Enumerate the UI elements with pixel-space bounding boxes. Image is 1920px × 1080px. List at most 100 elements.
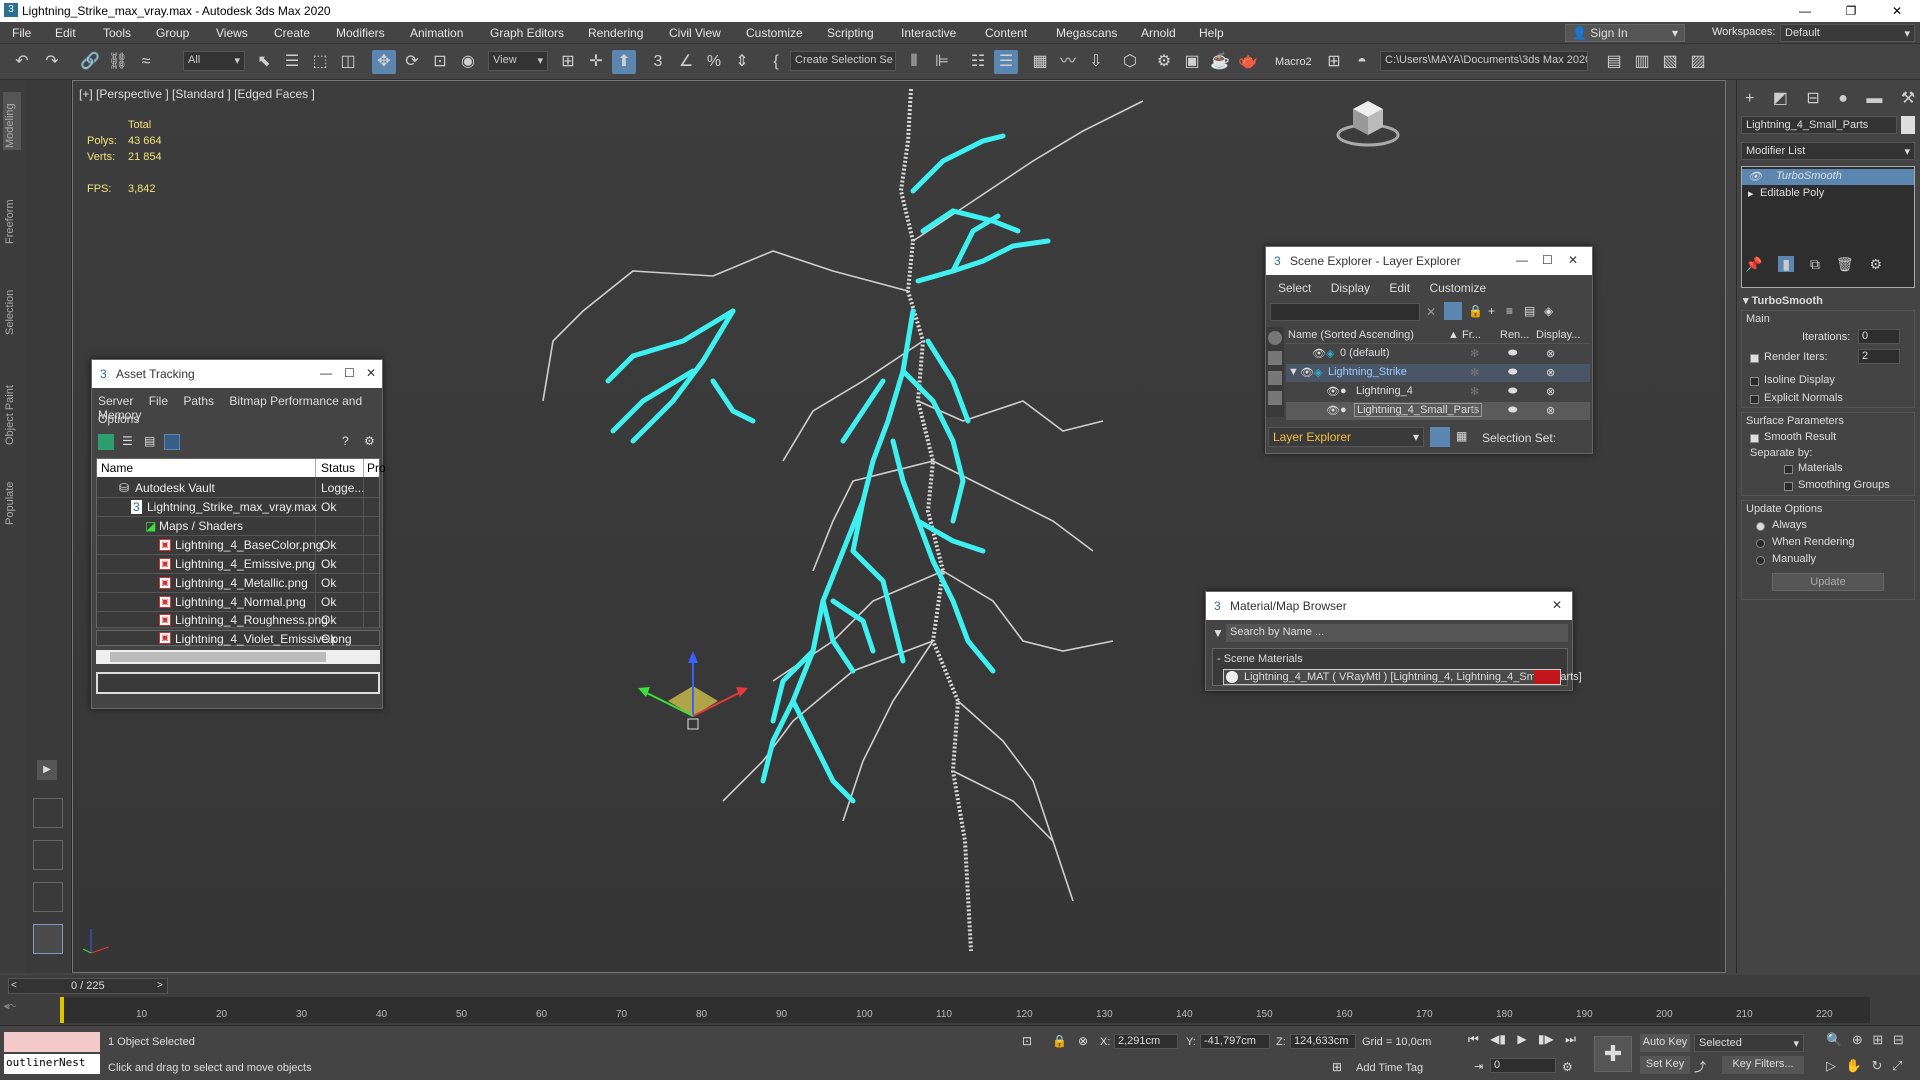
always-radio[interactable] [1756,522,1765,531]
display-icon[interactable]: ⊗ [1546,366,1555,379]
smooth-result-checkbox[interactable] [1750,434,1759,443]
spinner-snap-icon[interactable]: ⇕ [730,50,754,74]
make-unique-icon[interactable]: ⧉ [1810,256,1820,272]
menu-select[interactable]: Select [1278,281,1311,295]
schematic-view-icon[interactable]: ⇩ [1084,50,1108,74]
current-frame-field[interactable]: 0 [1490,1058,1556,1073]
eye-icon[interactable]: 👁 [1326,404,1340,417]
add-to-layer-icon[interactable]: ≡ [1506,304,1513,318]
scene-explorer-titlebar[interactable]: 3 Scene Explorer - Layer Explorer — ☐ ✕ [1266,247,1592,275]
eye-icon[interactable]: 👁 [1748,170,1762,183]
menu-views[interactable]: Views [216,26,248,40]
horizontal-scrollbar[interactable] [96,650,380,664]
close-icon[interactable]: ✕ [1552,598,1562,612]
maximize-icon[interactable]: ☐ [1542,253,1553,267]
menu-file[interactable]: File [12,26,31,40]
maximize-icon[interactable]: ❐ [1828,0,1874,22]
snaps-toggle-icon[interactable]: 3 [646,50,670,74]
clear-search-icon[interactable]: ✕ [1426,305,1436,319]
render-teapot-icon[interactable]: ⬬ [1508,385,1517,398]
ribbon-icon[interactable]: ▦ [1028,50,1052,74]
select-scale-icon[interactable]: ⊡ [428,50,452,74]
pan-icon[interactable]: ✋ [1846,1058,1862,1073]
minimize-icon[interactable]: — [320,366,332,380]
menu-arnold[interactable]: Arnold [1141,26,1176,40]
track-bar[interactable]: 10 20 30 40 50 60 70 80 90 100 110 120 1… [60,997,1870,1023]
macro-button[interactable]: Macro2 [1275,56,1312,68]
menu-help[interactable]: Help [1199,26,1224,40]
scene-explorer-icon[interactable]: ☰ [994,50,1018,74]
prev-key-icon[interactable]: ◀▮ [1490,1032,1506,1046]
viewcube[interactable] [1333,91,1403,151]
menu-scripting[interactable]: Scripting [827,26,874,40]
window-crossing-icon[interactable]: ◫ [336,50,360,74]
expand-arrow-icon[interactable]: ▸ [1748,187,1754,200]
col-pro[interactable]: Pro [367,461,386,475]
isolate-selection-icon[interactable]: ⊡ [1022,1034,1032,1048]
hierarchy-icon[interactable]: ▤ [1524,304,1535,318]
workspace-dropdown[interactable]: Default ▾ [1780,24,1915,42]
help-icon[interactable]: ? [342,434,349,448]
stack-item-editable-poly[interactable]: ▸ Editable Poly [1742,186,1914,202]
expand-arrow-icon[interactable]: ▶ [37,760,57,780]
time-config-icon[interactable]: ⚙ [1562,1060,1573,1074]
menu-server[interactable]: Server [98,394,133,408]
tab-freeform[interactable]: Freeform [4,199,16,244]
zoom-all-icon[interactable]: ⊕ [1852,1032,1863,1047]
manipulate-icon[interactable]: ✛ [584,50,608,74]
search-input[interactable] [1270,303,1420,321]
curve-editor-icon[interactable]: 〰 [1056,50,1080,74]
y-coordinate-field[interactable]: -41,797cm [1200,1034,1270,1049]
menu-rendering[interactable]: Rendering [588,26,643,40]
col-name[interactable]: Name [101,461,133,475]
layers-icon[interactable]: ◈ [1544,304,1553,318]
stack-item-turbosmooth[interactable]: 👁 TurboSmooth [1742,169,1914,185]
layout-split-icon[interactable] [33,840,63,870]
menu-interactive[interactable]: Interactive [901,26,956,40]
open-project-icon[interactable]: ▧ [1658,50,1682,74]
new-layer-icon[interactable]: + [1488,304,1495,318]
menu-options[interactable]: Options [98,412,139,426]
tab-selection[interactable]: Selection [4,290,16,335]
remove-modifier-icon[interactable]: 🗑 [1836,256,1854,272]
maximize-viewport-icon[interactable]: ⤢ [1892,1058,1902,1073]
when-rendering-radio[interactable] [1756,539,1765,548]
asset-tracking-titlebar[interactable]: 3 Asset Tracking — ☐ ✕ [92,360,382,388]
col-status[interactable]: Status [321,461,355,475]
freeze-icon[interactable]: ✻ [1470,385,1479,398]
set-key-big-button[interactable]: ✚ [1594,1036,1632,1072]
menu-file[interactable]: File [149,394,168,408]
col-name[interactable]: Name (Sorted Ascending) [1288,329,1414,341]
edit-named-selection-icon[interactable]: { [764,50,788,74]
absolute-mode-icon[interactable]: ⊗ [1078,1034,1088,1048]
close-icon[interactable]: ✕ [366,366,376,380]
undo-icon[interactable]: ↶ [10,50,34,74]
table-row[interactable]: 3 Lightning_Strike_max_vray.max Ok [97,498,379,517]
play-icon[interactable]: ▶ [1517,1032,1526,1046]
selection-filter-dropdown[interactable]: All ▾ [183,51,245,71]
layout-single-icon[interactable] [33,924,63,954]
selection-set-icon[interactable]: ▦ [1456,429,1467,443]
render-production-icon[interactable]: 🫖 [1236,50,1260,74]
layer-row-selected[interactable]: 👁 ● Lightning_4_Small_Parts ✻ ⬬ ⊗ [1286,402,1590,420]
bind-space-warp-icon[interactable]: ≈ [134,50,158,74]
configure-sets-icon[interactable]: ⚙ [1870,256,1883,272]
default-tangents-icon[interactable]: ⤴ [1694,1058,1706,1075]
motion-tab-icon[interactable]: ● [1838,90,1848,107]
table-row[interactable]: ▣ Lightning_4_Emissive.png Ok [97,555,379,574]
table-row[interactable]: ⛁ Autodesk Vault Logge... [97,479,379,498]
iterations-spinner[interactable]: 0 [1858,329,1900,344]
utilities-tab-icon[interactable]: ⚒ [1901,90,1915,107]
link-icon[interactable]: 🔗 [78,50,102,74]
maximize-icon[interactable]: ☐ [344,366,355,380]
next-frame-icon[interactable]: > [157,980,163,991]
details-view-icon[interactable]: ▤ [144,434,155,448]
options-dropdown-icon[interactable]: ▼ [1212,626,1224,640]
scrollbar-thumb[interactable] [110,652,326,662]
layer-row[interactable]: ▼ 👁 ◈ Lightning_Strike ✻ ⬬ ⊗ [1286,364,1590,382]
minimize-icon[interactable]: — [1782,0,1828,22]
smoothing-groups-checkbox[interactable] [1784,482,1793,491]
object-name-input[interactable]: Lightning_4_Small_Parts [1741,116,1897,134]
rendered-frame-icon[interactable]: ▣ [1180,50,1204,74]
menu-animation[interactable]: Animation [410,26,463,40]
